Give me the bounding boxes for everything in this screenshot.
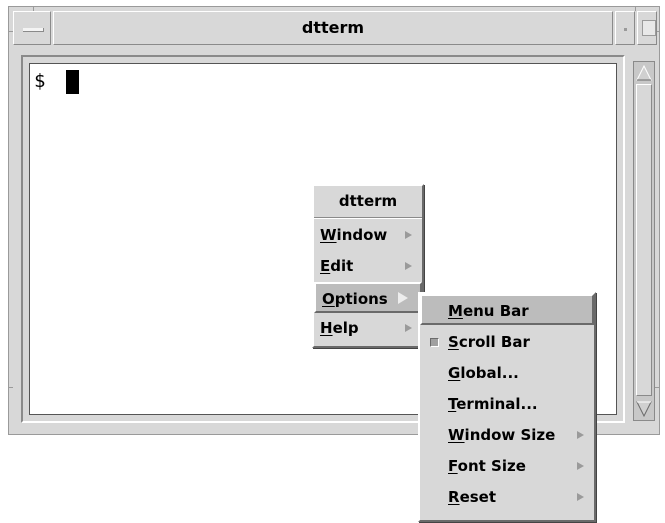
window-menu-button[interactable]: [13, 11, 51, 45]
menu-item-label: croll Bar: [458, 333, 530, 351]
submenu-item-scroll-bar[interactable]: Scroll Bar: [420, 327, 594, 358]
vertical-scrollbar[interactable]: [633, 61, 655, 421]
options-submenu: Menu Bar Scroll Bar Global... Terminal..…: [418, 292, 596, 522]
menu-item-label: ont Size: [457, 457, 526, 475]
popup-menu: dtterm Window Edit Options Help: [312, 184, 424, 348]
submenu-item-terminal[interactable]: Terminal...: [420, 389, 594, 420]
mnemonic: M: [448, 302, 463, 320]
cascade-arrow-icon: [398, 292, 408, 304]
menu-item-label: dit: [330, 257, 354, 275]
mnemonic: R: [448, 488, 460, 506]
maximize-icon: [642, 20, 656, 36]
mnemonic: S: [448, 333, 459, 351]
menu-item-label: indow: [336, 226, 388, 244]
popup-menu-title: dtterm: [338, 192, 398, 210]
submenu-item-reset[interactable]: Reset: [420, 482, 594, 513]
mnemonic: H: [320, 319, 333, 337]
menu-item-help[interactable]: Help: [314, 313, 422, 344]
submenu-item-font-size[interactable]: Font Size: [420, 451, 594, 482]
menu-item-label: eset: [459, 488, 497, 506]
frame-resize-mark: [655, 387, 659, 388]
menu-item-label: erminal...: [456, 395, 538, 413]
mnemonic: E: [320, 257, 331, 275]
mnemonic: G: [448, 364, 461, 382]
menu-item-label: ptions: [334, 290, 388, 308]
minimize-button[interactable]: [615, 11, 635, 45]
cascade-arrow-icon: [577, 493, 584, 501]
scroll-up-arrow-icon[interactable]: [636, 64, 652, 82]
menu-item-options[interactable]: Options: [314, 282, 422, 313]
menu-separator: [314, 217, 422, 219]
menu-item-label: enu Bar: [462, 302, 529, 320]
scroll-thumb[interactable]: [636, 84, 652, 396]
title-bar[interactable]: dtterm: [13, 11, 657, 45]
minimize-icon: [624, 28, 627, 31]
menu-item-label: indow Size: [464, 426, 556, 444]
text-cursor: [66, 70, 79, 94]
maximize-button[interactable]: [637, 11, 657, 45]
mnemonic: T: [448, 395, 457, 413]
menu-item-label: elp: [332, 319, 359, 337]
mnemonic: W: [448, 426, 465, 444]
cascade-arrow-icon: [405, 262, 412, 270]
menu-item-edit[interactable]: Edit: [314, 251, 422, 282]
menu-item-window[interactable]: Window: [314, 220, 422, 251]
mnemonic: F: [448, 457, 458, 475]
toggle-indicator-icon[interactable]: [430, 338, 439, 347]
submenu-item-global[interactable]: Global...: [420, 358, 594, 389]
window-menu-icon: [23, 28, 44, 32]
cascade-arrow-icon: [405, 231, 412, 239]
cascade-arrow-icon: [577, 431, 584, 439]
submenu-item-window-size[interactable]: Window Size: [420, 420, 594, 451]
mnemonic: O: [322, 290, 335, 308]
cascade-arrow-icon: [405, 324, 412, 332]
menu-item-label: lobal...: [460, 364, 519, 382]
frame-resize-mark: [9, 387, 13, 388]
window-title[interactable]: dtterm: [53, 11, 613, 45]
cascade-arrow-icon: [577, 462, 584, 470]
scroll-down-arrow-icon[interactable]: [636, 400, 652, 418]
submenu-item-menu-bar[interactable]: Menu Bar: [420, 294, 594, 325]
mnemonic: W: [320, 226, 337, 244]
shell-prompt: $: [34, 70, 46, 92]
